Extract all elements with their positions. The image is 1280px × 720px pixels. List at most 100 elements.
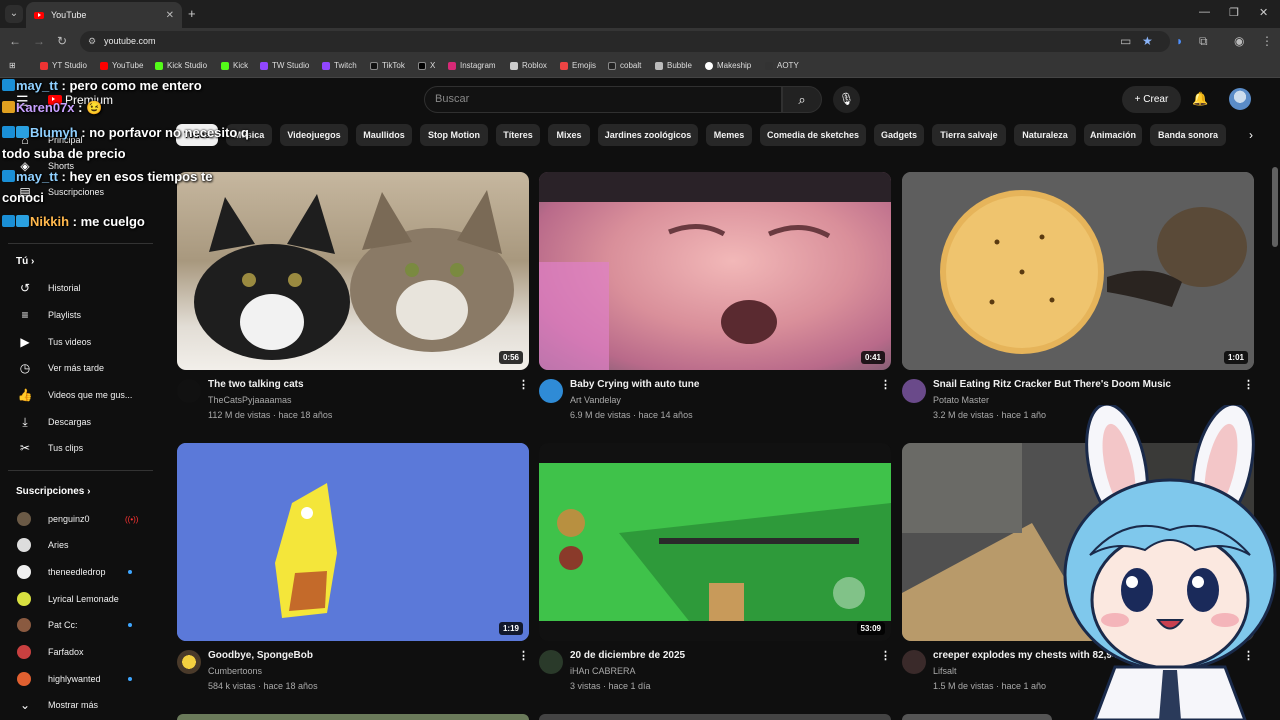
sidebar-item-clips[interactable]: ✂ Tus clips bbox=[0, 436, 160, 460]
channel-avatar[interactable] bbox=[177, 650, 201, 674]
bookmark-x[interactable]: X bbox=[418, 61, 435, 70]
back-icon[interactable]: ← bbox=[9, 34, 21, 48]
youtube-icon bbox=[100, 61, 108, 70]
thumbs-up-icon: 👍 bbox=[17, 388, 33, 402]
voice-search-button[interactable]: 🎙 bbox=[833, 86, 860, 113]
forward-icon[interactable]: → bbox=[33, 34, 45, 48]
bookmark-bubble[interactable]: Bubble bbox=[655, 61, 692, 70]
page-scrollbar[interactable] bbox=[1272, 167, 1278, 247]
chip-videogames[interactable]: Videojuegos bbox=[280, 124, 348, 146]
channel-avatar[interactable] bbox=[902, 379, 926, 403]
extensions-puzzle-icon[interactable]: ⧉ bbox=[1199, 34, 1208, 49]
extension-icon[interactable]: ◗ bbox=[1176, 34, 1183, 48]
channel-name[interactable]: TheCatsPyjaaaamas bbox=[208, 395, 292, 405]
bookmark-star-icon[interactable]: ★ bbox=[1142, 34, 1153, 48]
bookmark-aoty[interactable]: AOTY bbox=[765, 61, 799, 70]
sidebar-item-your-videos[interactable]: ▶ Tus videos bbox=[0, 330, 160, 354]
more-options-icon[interactable]: ⋮ bbox=[518, 649, 529, 662]
channel-name[interactable]: Cumbertoons bbox=[208, 666, 262, 676]
chip-sketch-comedy[interactable]: Comedia de sketches bbox=[760, 124, 866, 146]
bookmark-instagram[interactable]: Instagram bbox=[448, 61, 496, 70]
chip-soundtrack[interactable]: Banda sonora bbox=[1150, 124, 1226, 146]
bookmark-tiktok[interactable]: TikTok bbox=[370, 61, 405, 70]
create-button[interactable]: + Crear bbox=[1122, 86, 1181, 113]
channel-avatar[interactable] bbox=[539, 379, 563, 403]
chip-wildlife[interactable]: Tierra salvaje bbox=[932, 124, 1006, 146]
bookmark-emojis[interactable]: Emojis bbox=[560, 61, 596, 70]
bookmark-tw-studio[interactable]: TW Studio bbox=[260, 61, 309, 70]
chip-zoos[interactable]: Jardines zoológicos bbox=[598, 124, 698, 146]
bookmark-kick-studio[interactable]: Kick Studio bbox=[155, 61, 207, 70]
video-title[interactable]: Baby Crying with auto tune bbox=[570, 379, 870, 390]
chip-nature[interactable]: Naturaleza bbox=[1014, 124, 1076, 146]
more-options-icon[interactable]: ⋮ bbox=[518, 378, 529, 391]
more-options-icon[interactable]: ⋮ bbox=[880, 649, 891, 662]
sidebar-sub-penguinz0[interactable]: penguinz0 ((•)) bbox=[0, 507, 160, 531]
channel-name[interactable]: Potato Master bbox=[933, 395, 989, 405]
sidebar-sub-lyrical-lemonade[interactable]: Lyrical Lemonade bbox=[0, 587, 160, 611]
channel-name[interactable]: iHAn CABRERA bbox=[570, 666, 636, 676]
bookmark-roblox[interactable]: Roblox bbox=[510, 61, 547, 70]
bookmark-youtube[interactable]: YouTube bbox=[100, 61, 143, 70]
menu-kebab-icon[interactable]: ⋮ bbox=[1261, 34, 1273, 48]
close-tab-icon[interactable]: ✕ bbox=[166, 10, 174, 21]
video-title[interactable]: 20 de diciembre de 2025 bbox=[570, 650, 870, 661]
video-title[interactable]: Snail Eating Ritz Cracker But There's Do… bbox=[933, 379, 1233, 390]
sidebar-sub-highlywanted[interactable]: highlywanted bbox=[0, 667, 160, 691]
profile-icon[interactable]: ◉ bbox=[1234, 34, 1244, 48]
site-info-icon[interactable]: ⚙ bbox=[88, 31, 96, 52]
chip-mixes[interactable]: Mixes bbox=[548, 124, 590, 146]
chevron-right-icon[interactable]: › bbox=[1240, 124, 1262, 146]
sidebar-item-playlists[interactable]: ≡ Playlists bbox=[0, 303, 160, 327]
sidebar-item-watch-later[interactable]: ◷ Ver más tarde bbox=[0, 356, 160, 380]
sidebar-you-heading[interactable]: Tú › bbox=[16, 256, 34, 267]
sidebar-item-history[interactable]: ↺ Historial bbox=[0, 276, 160, 300]
bookmark-cobalt[interactable]: cobalt bbox=[608, 61, 641, 70]
sidebar-sub-pat-cc[interactable]: Pat Cc: bbox=[0, 613, 160, 637]
chip-animation[interactable]: Animación bbox=[1084, 124, 1142, 146]
video-thumbnail[interactable]: 1:01 bbox=[902, 172, 1254, 370]
chip-gadgets[interactable]: Gadgets bbox=[874, 124, 924, 146]
chip-puppets[interactable]: Títeres bbox=[496, 124, 540, 146]
video-title[interactable]: The two talking cats bbox=[208, 379, 508, 390]
bookmark-makeship[interactable]: Makeship bbox=[705, 61, 751, 70]
tab-search-button[interactable]: ⌄ bbox=[5, 5, 23, 23]
sidebar-sub-theneedledrop[interactable]: theneedledrop bbox=[0, 560, 160, 584]
new-tab-button[interactable]: + bbox=[188, 6, 196, 21]
channel-name[interactable]: Lifsalt bbox=[933, 666, 957, 676]
search-input[interactable]: Buscar bbox=[424, 86, 782, 113]
chip-meows[interactable]: Maullidos bbox=[356, 124, 412, 146]
close-window-icon[interactable]: ✕ bbox=[1259, 6, 1268, 19]
reload-icon[interactable]: ↻ bbox=[57, 34, 67, 48]
restore-icon[interactable]: ❐ bbox=[1229, 6, 1239, 19]
sidebar-item-liked-videos[interactable]: 👍 Videos que me gus... bbox=[0, 383, 160, 407]
browser-tab-youtube[interactable]: YouTube ✕ bbox=[26, 2, 182, 28]
cast-icon[interactable]: ▭ bbox=[1120, 34, 1131, 48]
bookmark-yt-studio[interactable]: YT Studio bbox=[40, 61, 87, 70]
chip-memes[interactable]: Memes bbox=[706, 124, 752, 146]
video-thumbnail[interactable]: 0:41 bbox=[539, 172, 891, 370]
channel-avatar[interactable] bbox=[902, 650, 926, 674]
channel-avatar[interactable] bbox=[177, 379, 201, 403]
more-options-icon[interactable]: ⋮ bbox=[1243, 378, 1254, 391]
channel-name[interactable]: Art Vandelay bbox=[570, 395, 621, 405]
sidebar-sub-aries[interactable]: Aries bbox=[0, 533, 160, 557]
bookmark-kick[interactable]: Kick bbox=[221, 61, 248, 70]
address-bar[interactable]: ⚙ youtube.com bbox=[80, 31, 1170, 52]
sidebar-subscriptions-heading[interactable]: Suscripciones › bbox=[16, 486, 90, 497]
apps-grid-icon[interactable]: ⊞ bbox=[9, 61, 16, 70]
search-button[interactable]: ⌕ bbox=[782, 86, 822, 113]
video-thumbnail[interactable]: 53:09 bbox=[539, 443, 891, 641]
notifications-bell-icon[interactable]: 🔔 bbox=[1192, 91, 1208, 107]
account-avatar[interactable] bbox=[1229, 88, 1251, 110]
bookmark-twitch[interactable]: Twitch bbox=[322, 61, 357, 70]
sidebar-show-more[interactable]: ⌄ Mostrar más bbox=[0, 693, 160, 717]
chip-stop-motion[interactable]: Stop Motion bbox=[420, 124, 488, 146]
channel-avatar[interactable] bbox=[539, 650, 563, 674]
sidebar-sub-farfadox[interactable]: Farfadox bbox=[0, 640, 160, 664]
video-title[interactable]: Goodbye, SpongeBob bbox=[208, 650, 508, 661]
sidebar-item-downloads[interactable]: ⤓ Descargas bbox=[0, 410, 160, 434]
more-options-icon[interactable]: ⋮ bbox=[880, 378, 891, 391]
video-thumbnail[interactable]: 1:19 bbox=[177, 443, 529, 641]
minimize-icon[interactable]: — bbox=[1199, 6, 1210, 18]
